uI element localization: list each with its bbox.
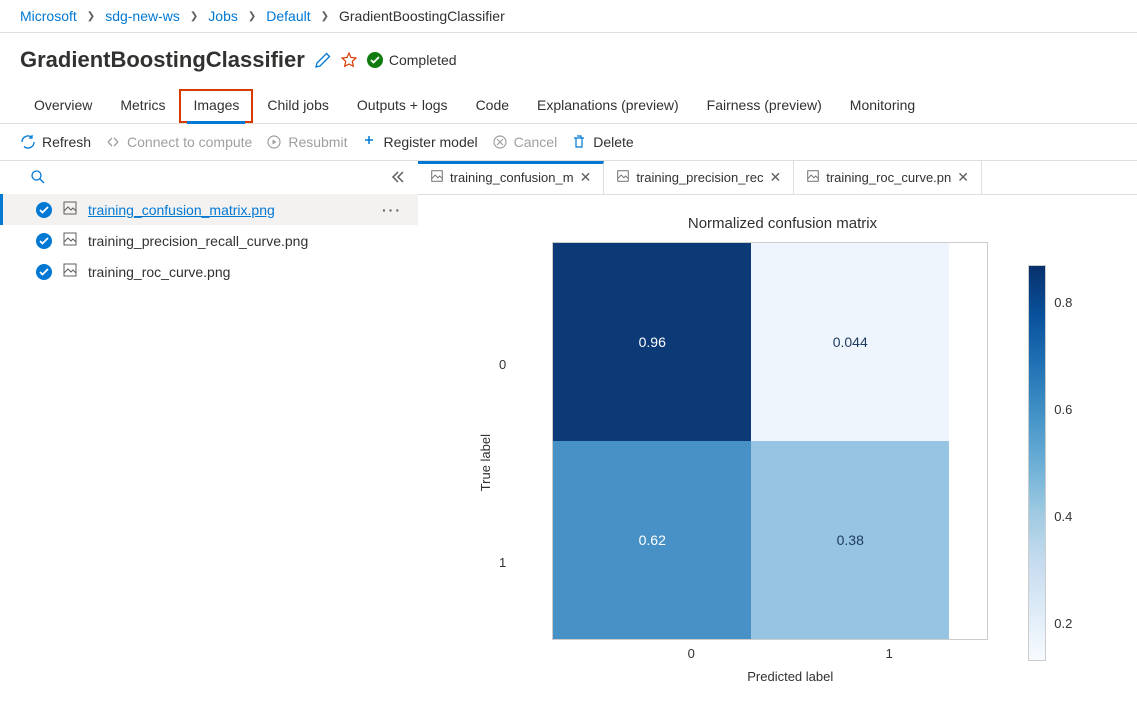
image-file-icon	[62, 200, 78, 219]
file-list: training_confusion_matrix.png ··· traini…	[0, 194, 418, 287]
tab-metrics[interactable]: Metrics	[106, 89, 179, 123]
cancel-button: Cancel	[492, 134, 558, 150]
cancel-label: Cancel	[514, 134, 558, 150]
more-icon[interactable]: ···	[382, 202, 402, 218]
content-tab-label: training_precision_rec	[636, 170, 763, 185]
breadcrumb-link[interactable]: sdg-new-ws	[105, 8, 180, 24]
check-circle-icon	[367, 52, 383, 68]
collapse-sidebar-icon[interactable]	[390, 170, 404, 187]
breadcrumb-current: GradientBoostingClassifier	[339, 8, 505, 24]
chart-yticks: 0 1	[499, 265, 512, 661]
chevron-right-icon: ❯	[190, 11, 198, 22]
heatmap-cell: 0.96	[553, 243, 751, 441]
refresh-button[interactable]: Refresh	[20, 134, 91, 150]
close-icon[interactable]: ✕	[957, 169, 969, 186]
chevron-right-icon: ❯	[321, 11, 329, 22]
file-name: training_confusion_matrix.png	[88, 202, 275, 218]
register-model-button[interactable]: Register model	[361, 134, 477, 150]
file-item[interactable]: training_precision_recall_curve.png	[0, 225, 418, 256]
content-tab[interactable]: training_roc_curve.pn ✕	[794, 161, 982, 194]
file-sidebar: training_confusion_matrix.png ··· traini…	[0, 161, 418, 704]
file-name: training_roc_curve.png	[88, 264, 230, 280]
chart-xticks: 0 1	[592, 646, 988, 661]
chart-title: Normalized confusion matrix	[458, 215, 1107, 232]
colorbar-tick: 0.6	[1054, 402, 1072, 417]
file-item[interactable]: training_confusion_matrix.png ···	[0, 194, 418, 225]
connect-button: Connect to compute	[105, 134, 252, 150]
tab-monitoring[interactable]: Monitoring	[836, 89, 929, 123]
page-title: GradientBoostingClassifier	[20, 47, 305, 73]
image-file-icon	[806, 169, 820, 186]
image-file-icon	[62, 231, 78, 250]
connect-label: Connect to compute	[127, 134, 252, 150]
tab-code[interactable]: Code	[462, 89, 523, 123]
image-file-icon	[616, 169, 630, 186]
title-row: GradientBoostingClassifier Completed	[0, 33, 1137, 79]
heatmap-cell: 0.62	[553, 441, 751, 639]
breadcrumb-link[interactable]: Jobs	[208, 8, 238, 24]
chart-ylabel: True label	[478, 434, 493, 491]
chart-area: Normalized confusion matrix True label 0…	[418, 195, 1137, 704]
delete-button[interactable]: Delete	[571, 134, 633, 150]
status-badge: Completed	[367, 52, 457, 68]
content-tab-row: training_confusion_m ✕ training_precisio…	[418, 161, 1137, 195]
chart-xlabel: Predicted label	[592, 669, 988, 684]
confusion-matrix-heatmap: 0.960.0440.620.38	[552, 242, 988, 640]
close-icon[interactable]: ✕	[580, 169, 592, 186]
resubmit-button: Resubmit	[266, 134, 347, 150]
breadcrumb-link[interactable]: Default	[266, 8, 310, 24]
colorbar-tick: 0.8	[1054, 295, 1072, 310]
chevron-right-icon: ❯	[87, 11, 95, 22]
check-circle-icon	[36, 233, 52, 249]
tab-explanations[interactable]: Explanations (preview)	[523, 89, 693, 123]
colorbar-tick: 0.4	[1054, 509, 1072, 524]
toolbar: Refresh Connect to compute Resubmit Regi…	[0, 124, 1137, 160]
file-name: training_precision_recall_curve.png	[88, 233, 308, 249]
ytick: 1	[499, 555, 506, 570]
status-text: Completed	[389, 52, 457, 68]
colorbar-gradient	[1028, 265, 1046, 661]
heatmap-cell: 0.38	[751, 441, 949, 639]
image-file-icon	[430, 169, 444, 186]
content-tab-label: training_confusion_m	[450, 170, 574, 185]
heatmap-cell: 0.044	[751, 243, 949, 441]
edit-icon[interactable]	[315, 52, 331, 68]
tab-child-jobs[interactable]: Child jobs	[253, 89, 342, 123]
content-pane: training_confusion_m ✕ training_precisio…	[418, 161, 1137, 704]
star-icon[interactable]	[341, 52, 357, 68]
refresh-label: Refresh	[42, 134, 91, 150]
tab-images[interactable]: Images	[179, 89, 253, 123]
register-label: Register model	[383, 134, 477, 150]
close-icon[interactable]: ✕	[770, 169, 782, 186]
colorbar-ticks: 0.8 0.6 0.4 0.2	[1054, 265, 1072, 661]
content-tab[interactable]: training_precision_rec ✕	[604, 161, 794, 194]
image-file-icon	[62, 262, 78, 281]
tab-row: Overview Metrics Images Child jobs Outpu…	[0, 79, 1137, 124]
delete-label: Delete	[593, 134, 633, 150]
check-circle-icon	[36, 202, 52, 218]
colorbar-tick: 0.2	[1054, 616, 1072, 631]
content-tab-label: training_roc_curve.pn	[826, 170, 951, 185]
xtick: 0	[592, 646, 790, 661]
tab-outputs-logs[interactable]: Outputs + logs	[343, 89, 462, 123]
main-split: training_confusion_matrix.png ··· traini…	[0, 160, 1137, 704]
tab-fairness[interactable]: Fairness (preview)	[693, 89, 836, 123]
breadcrumb: Microsoft ❯ sdg-new-ws ❯ Jobs ❯ Default …	[0, 0, 1137, 33]
check-circle-icon	[36, 264, 52, 280]
file-item[interactable]: training_roc_curve.png	[0, 256, 418, 287]
resubmit-label: Resubmit	[288, 134, 347, 150]
content-tab[interactable]: training_confusion_m ✕	[418, 161, 604, 194]
xtick: 1	[790, 646, 988, 661]
colorbar: 0.8 0.6 0.4 0.2	[1028, 265, 1072, 661]
search-icon[interactable]	[30, 169, 46, 188]
tab-overview[interactable]: Overview	[20, 89, 106, 123]
chevron-right-icon: ❯	[248, 11, 256, 22]
breadcrumb-link[interactable]: Microsoft	[20, 8, 77, 24]
ytick: 0	[499, 357, 506, 372]
